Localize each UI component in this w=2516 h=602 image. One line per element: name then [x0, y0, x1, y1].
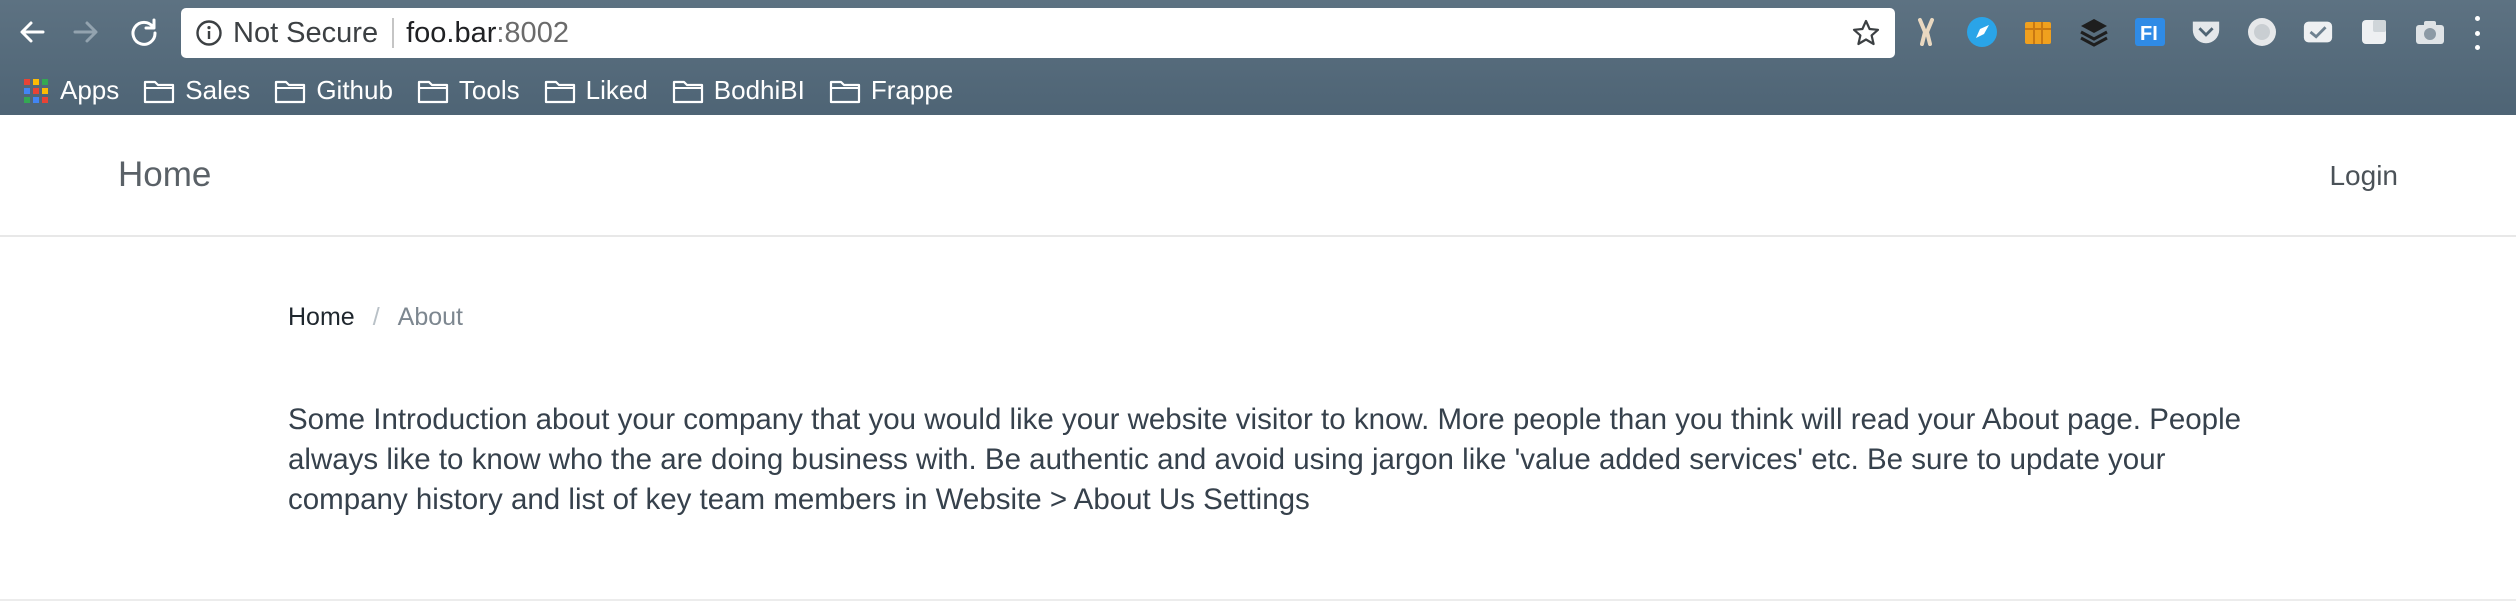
intro-line: Some Introduction about your company tha… [288, 403, 2242, 436]
bookmark-folder-tools[interactable]: Tools [417, 75, 520, 106]
address-divider [392, 18, 395, 48]
forward-button[interactable] [68, 14, 104, 50]
bookmark-label: Liked [585, 75, 648, 105]
site-navbar: Home Login [0, 115, 2516, 237]
address-bar[interactable]: Not Secure foo.bar:8002 [181, 8, 1895, 58]
browser-chrome: Not Secure foo.bar:8002 FI Apps Sales Gi… [0, 0, 2516, 115]
camera-icon[interactable] [2414, 16, 2446, 48]
about-intro-text: Some Introduction about your company tha… [288, 400, 2288, 520]
breadcrumb-current: About [397, 303, 463, 331]
menu-dot [2474, 30, 2480, 36]
folder-icon [275, 80, 306, 103]
pocket-icon[interactable] [2190, 16, 2222, 48]
footer-divider [0, 599, 2516, 601]
apps-grid-icon [24, 78, 48, 103]
login-link[interactable]: Login [2329, 160, 2398, 192]
layers-icon[interactable] [2078, 16, 2110, 48]
bookmark-label: Tools [458, 75, 520, 105]
breadcrumb-separator: / [372, 303, 380, 331]
svg-text:FI: FI [2140, 23, 2158, 45]
url-text[interactable]: foo.bar:8002 [406, 17, 569, 50]
navbar-brand-home[interactable]: Home [118, 155, 211, 195]
folder-icon [417, 80, 449, 103]
bookmark-star-icon[interactable] [1851, 18, 1881, 48]
box-icon[interactable] [2022, 16, 2054, 48]
forward-arrow-icon [73, 21, 98, 43]
extension-icons: FI [1910, 14, 2470, 50]
bookmark-label: BodhiBI [713, 75, 805, 105]
bookmark-label: Sales [185, 75, 251, 105]
security-label[interactable]: Not Secure [233, 17, 378, 50]
breadcrumb-home-link[interactable]: Home [288, 303, 355, 332]
check-icon[interactable] [2302, 16, 2334, 48]
reload-button[interactable] [126, 14, 162, 50]
menu-dot [2474, 16, 2480, 21]
bookmark-folder-sales[interactable]: Sales [143, 75, 250, 106]
browser-toolbar: Not Secure foo.bar:8002 FI [0, 0, 2516, 66]
fi-icon[interactable]: FI [2134, 16, 2166, 48]
intro-line: company history and list of key team mem… [288, 483, 1310, 516]
bookmark-label: Github [316, 75, 393, 105]
browser-menu-button[interactable] [2470, 16, 2484, 50]
intro-line: always like to know who the are doing bu… [288, 443, 2166, 476]
bookmark-folder-frappe[interactable]: Frappe [829, 75, 953, 106]
folder-icon [829, 80, 860, 103]
back-arrow-icon [20, 21, 45, 43]
bookmark-apps[interactable]: Apps [22, 75, 119, 106]
folder-icon [544, 80, 575, 103]
compass-icon[interactable] [1966, 16, 1998, 48]
info-icon[interactable] [195, 19, 223, 47]
menu-dot [2474, 45, 2480, 50]
reload-icon [131, 18, 157, 46]
url-host: foo.bar [406, 16, 497, 49]
breadcrumb: Home / About [288, 303, 463, 332]
back-button[interactable] [14, 14, 50, 50]
bookmark-folder-bodhibi[interactable]: BodhiBI [672, 75, 805, 106]
folder-icon [672, 80, 703, 103]
url-port: :8002 [496, 16, 569, 49]
bookmark-label: Apps [60, 75, 120, 105]
square-icon[interactable] [2358, 16, 2390, 48]
bookmark-folder-github[interactable]: Github [274, 75, 393, 106]
bookmark-folder-liked[interactable]: Liked [544, 75, 648, 106]
folder-icon [144, 80, 175, 103]
circle-icon[interactable] [2246, 16, 2278, 48]
bookmarks-bar: Apps Sales Github Tools Liked BodhiBI Fr… [0, 66, 2516, 115]
bookmark-label: Frappe [870, 75, 954, 105]
tools-icon[interactable] [1910, 16, 1942, 48]
